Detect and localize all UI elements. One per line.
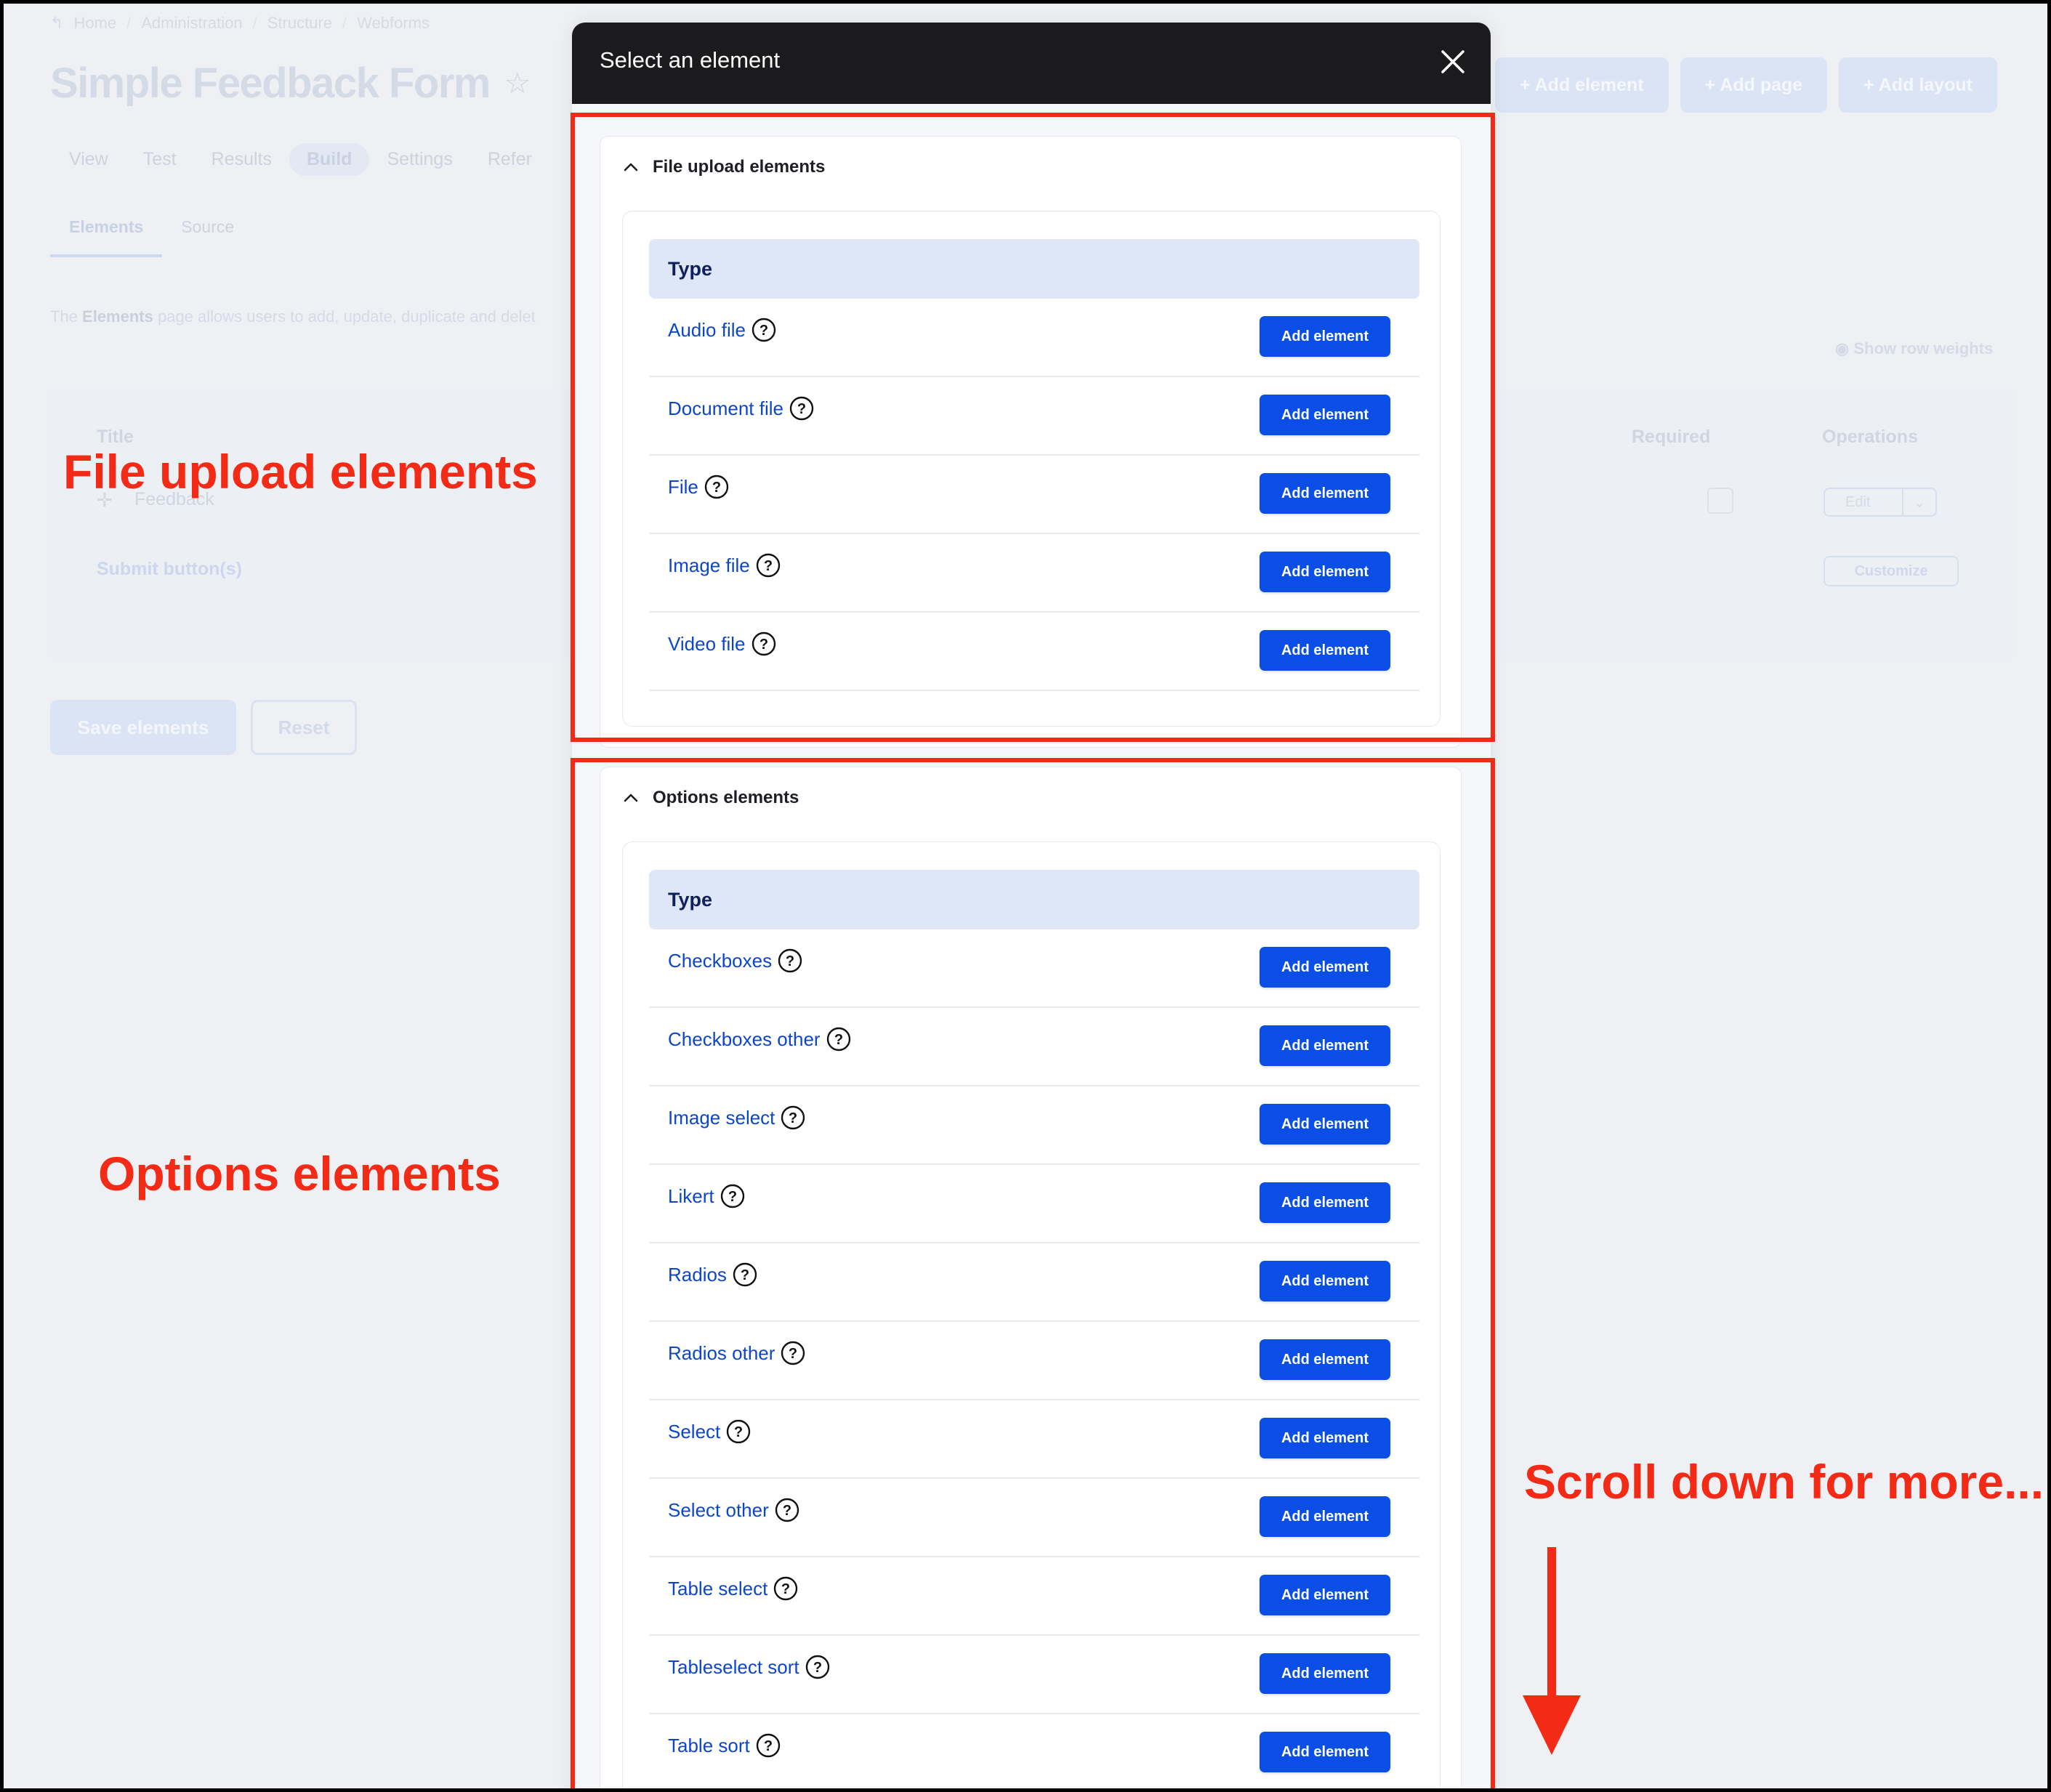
top-action-buttons: + Add element + Add page + Add layout <box>1495 57 1997 113</box>
breadcrumb-administration[interactable]: Administration <box>141 14 242 33</box>
file-upload-highlight-box <box>571 113 1495 742</box>
tab-view[interactable]: View <box>52 143 126 176</box>
close-icon[interactable] <box>1437 46 1469 78</box>
eye-icon: ◉ <box>1835 339 1850 358</box>
description-prefix: The <box>50 307 83 326</box>
tab-build[interactable]: Build <box>289 143 370 176</box>
breadcrumb-separator: / <box>126 14 132 32</box>
page-title-wrap: Simple Feedback Form ☆ <box>50 59 531 108</box>
description-suffix: page allows users to add, update, duplic… <box>153 307 536 326</box>
file-upload-annotation: File upload elements <box>63 445 538 499</box>
tab-test[interactable]: Test <box>126 143 194 176</box>
tab-references[interactable]: Refer <box>470 143 549 176</box>
dialog-title: Select an element <box>600 47 781 73</box>
edit-button[interactable]: Edit ⌄ <box>1824 488 1937 517</box>
tab-elements[interactable]: Elements <box>50 213 163 257</box>
add-layout-button[interactable]: + Add layout <box>1839 57 1997 113</box>
breadcrumb-webforms[interactable]: Webforms <box>357 14 430 33</box>
column-header-operations: Operations <box>1822 427 1918 447</box>
tab-source[interactable]: Source <box>162 213 253 257</box>
dialog-header: Select an element <box>572 23 1491 104</box>
show-row-weights-label: Show row weights <box>1853 339 1994 358</box>
tab-results[interactable]: Results <box>194 143 289 176</box>
tab-settings[interactable]: Settings <box>369 143 470 176</box>
customize-button[interactable]: Customize <box>1824 556 1959 586</box>
secondary-tabs: Elements Source <box>50 213 253 257</box>
description-bold: Elements <box>82 307 153 326</box>
add-page-button[interactable]: + Add page <box>1680 57 1828 113</box>
column-header-required: Required <box>1632 427 1711 447</box>
breadcrumb: ↰ Home / Administration / Structure / We… <box>50 14 430 33</box>
down-arrow-icon <box>1523 1547 1581 1755</box>
star-icon[interactable]: ☆ <box>504 67 531 100</box>
add-element-button[interactable]: + Add element <box>1495 57 1669 113</box>
chevron-down-icon[interactable]: ⌄ <box>1902 489 1935 515</box>
edit-label: Edit <box>1845 493 1871 510</box>
page-title: Simple Feedback Form <box>50 60 491 107</box>
primary-tabs: View Test Results Build Settings Refer <box>52 143 549 176</box>
screenshot-frame: ↰ Home / Administration / Structure / We… <box>0 0 2051 1792</box>
reset-button[interactable]: Reset <box>251 700 357 755</box>
breadcrumb-home[interactable]: Home <box>73 14 116 33</box>
page-description: The Elements page allows users to add, u… <box>50 307 536 326</box>
required-checkbox[interactable] <box>1707 488 1733 514</box>
row-title-submit-buttons[interactable]: Submit button(s) <box>97 559 242 580</box>
options-annotation: Options elements <box>98 1147 501 1200</box>
breadcrumb-separator: / <box>252 14 257 32</box>
breadcrumb-structure[interactable]: Structure <box>267 14 332 33</box>
back-icon: ↰ <box>50 14 64 32</box>
save-elements-button[interactable]: Save elements <box>50 700 236 755</box>
breadcrumb-separator: / <box>342 14 347 32</box>
scroll-annotation: Scroll down for more... <box>1524 1455 2044 1509</box>
options-highlight-box <box>571 758 1495 1788</box>
show-row-weights-link[interactable]: ◉ Show row weights <box>1835 339 1993 358</box>
